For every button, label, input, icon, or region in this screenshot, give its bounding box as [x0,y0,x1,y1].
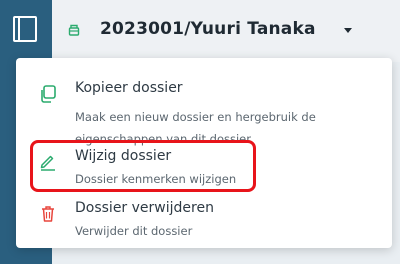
case-actions-menu: Kopieer dossier Maak een nieuw dossier e… [16,58,392,248]
case-header: 2023001/Yuuri Tanaka [52,0,400,62]
menu-item-title: Kopieer dossier [75,80,183,96]
highlight-box [30,140,256,192]
copy-icon [41,85,56,103]
menu-item-description: Verwijder dit dossier [75,224,193,238]
menu-item-title: Dossier verwijderen [75,200,214,216]
chevron-down-icon[interactable] [344,28,352,33]
case-title[interactable]: 2023001/Yuuri Tanaka [100,19,316,39]
trash-icon [42,206,54,222]
menu-item-copy-case[interactable]: Kopieer dossier Maak een nieuw dossier e… [16,70,392,146]
menu-item-delete-case[interactable]: Dossier verwijderen Verwijder dit dossie… [16,198,392,246]
app-logo-icon[interactable] [13,16,37,42]
case-file-icon [68,24,80,36]
